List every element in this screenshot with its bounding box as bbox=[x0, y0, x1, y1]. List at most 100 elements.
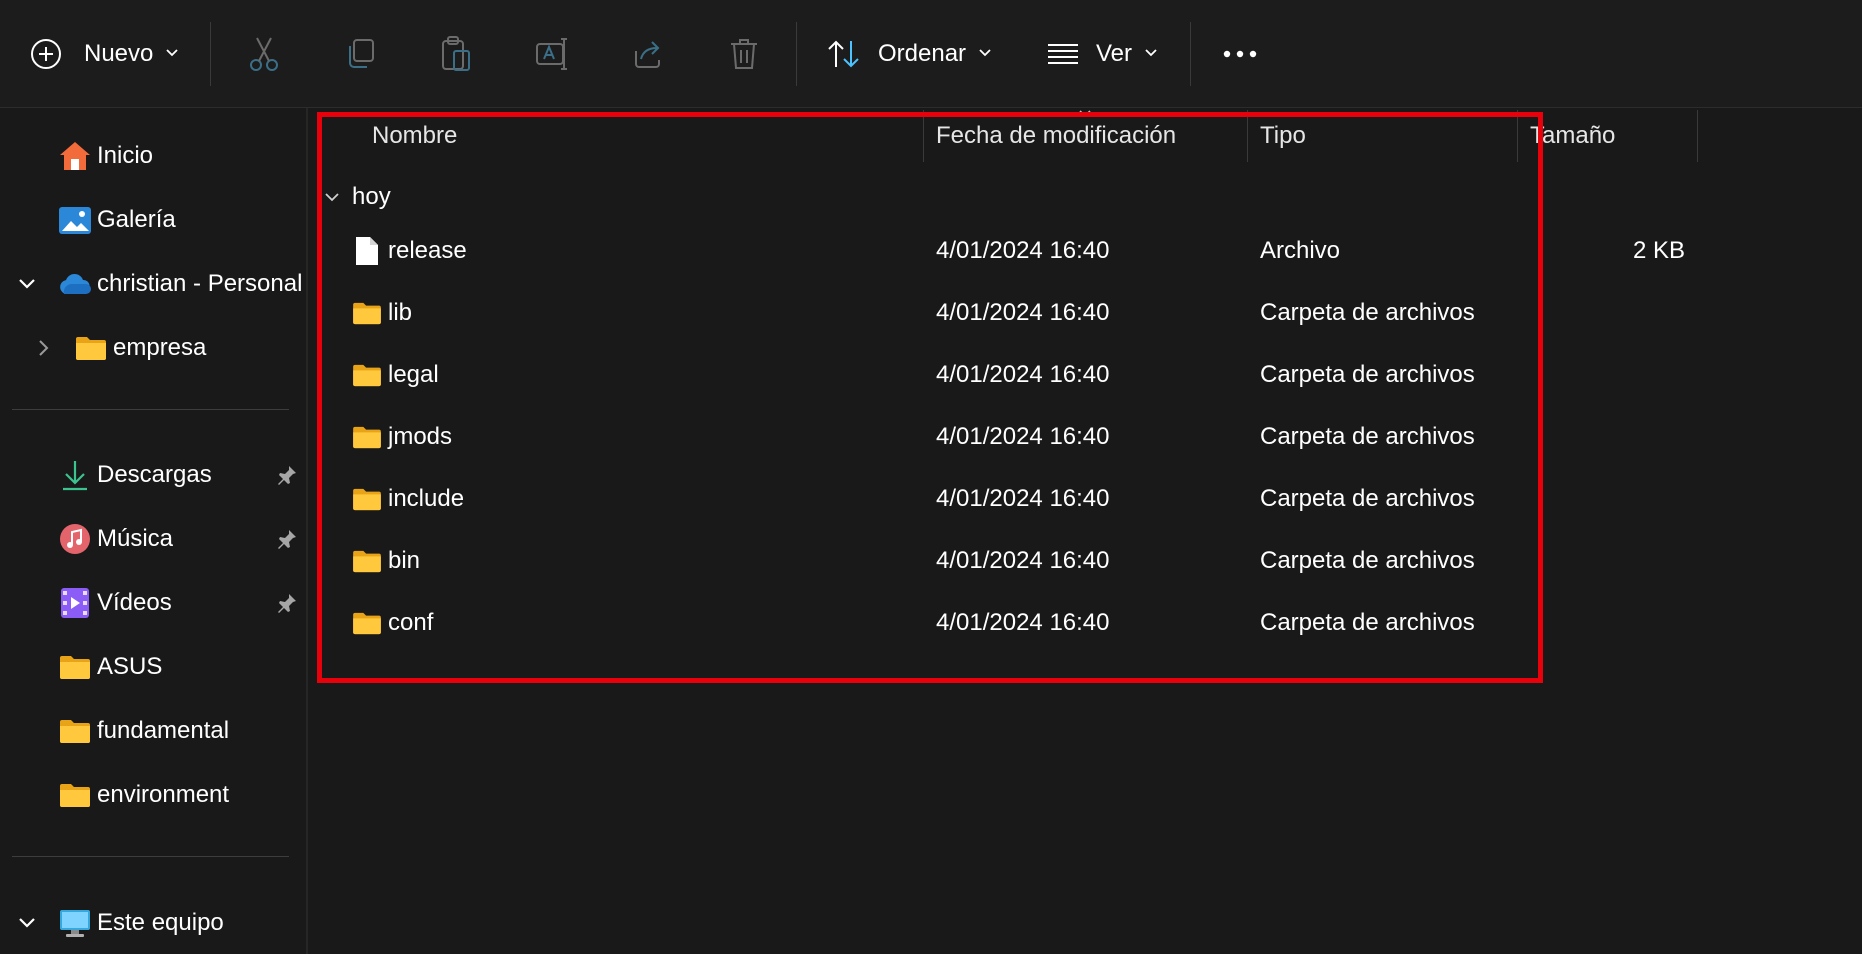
folder-icon bbox=[350, 296, 384, 330]
pin-icon[interactable] bbox=[274, 462, 300, 488]
chevron-down-icon bbox=[1144, 45, 1158, 63]
file-type: Carpeta de archivos bbox=[1260, 547, 1475, 574]
folder-icon bbox=[58, 714, 92, 748]
column-header-label: Tamaño bbox=[1530, 122, 1616, 149]
computer-icon bbox=[58, 906, 92, 940]
sidebar-item-downloads[interactable]: Descargas bbox=[0, 447, 306, 503]
sidebar-item-onedrive[interactable]: christian - Personal bbox=[0, 256, 306, 312]
column-resize-handle[interactable] bbox=[923, 110, 924, 162]
column-resize-handle[interactable] bbox=[1517, 110, 1518, 162]
copy-icon[interactable] bbox=[340, 34, 380, 74]
column-resize-handle[interactable] bbox=[1247, 110, 1248, 162]
sort-icon bbox=[826, 39, 862, 69]
chevron-right-icon[interactable] bbox=[33, 337, 55, 359]
toolbar-separator bbox=[796, 22, 797, 86]
column-header-size[interactable]: Tamaño bbox=[1530, 110, 1615, 162]
chevron-down-icon bbox=[324, 192, 340, 202]
sidebar-item-label: environment bbox=[97, 781, 230, 808]
file-modified: 4/01/2024 16:40 bbox=[936, 299, 1110, 326]
pin-icon[interactable] bbox=[274, 590, 300, 616]
sidebar-item-label: Música bbox=[97, 525, 174, 552]
sidebar-item-label: christian - Personal bbox=[97, 270, 303, 297]
home-icon bbox=[58, 139, 92, 173]
cut-icon[interactable] bbox=[244, 34, 284, 74]
column-header-label: Tipo bbox=[1260, 122, 1306, 149]
file-row-release[interactable]: release 4/01/2024 16:40 Archivo 2 KB bbox=[308, 220, 1708, 282]
file-modified: 4/01/2024 16:40 bbox=[936, 609, 1110, 636]
delete-icon[interactable] bbox=[724, 34, 764, 74]
file-icon bbox=[350, 234, 384, 268]
sidebar-item-empresa[interactable]: empresa bbox=[0, 320, 306, 376]
folder-icon bbox=[350, 358, 384, 392]
sidebar-item-fundamental[interactable]: fundamental bbox=[0, 703, 306, 759]
column-header-type[interactable]: Tipo bbox=[1260, 110, 1306, 162]
rename-icon[interactable] bbox=[532, 34, 572, 74]
folder-icon bbox=[350, 606, 384, 640]
sidebar-item-label: Este equipo bbox=[97, 909, 224, 936]
view-lines-icon bbox=[1046, 42, 1080, 66]
sidebar-item-videos[interactable]: Vídeos bbox=[0, 575, 306, 631]
file-row-conf[interactable]: conf 4/01/2024 16:40 Carpeta de archivos bbox=[308, 592, 1708, 654]
folder-icon bbox=[350, 544, 384, 578]
file-name: jmods bbox=[388, 423, 453, 450]
column-resize-handle[interactable] bbox=[1697, 110, 1698, 162]
file-type: Carpeta de archivos bbox=[1260, 485, 1475, 512]
sidebar-item-label: Descargas bbox=[97, 461, 212, 488]
sort-button[interactable]: Ordenar bbox=[826, 22, 992, 86]
file-name: conf bbox=[388, 609, 434, 636]
sidebar-item-label: Vídeos bbox=[97, 589, 172, 616]
column-header-name[interactable]: Nombre bbox=[372, 110, 457, 162]
view-label: Ver bbox=[1096, 40, 1133, 67]
file-row-lib[interactable]: lib 4/01/2024 16:40 Carpeta de archivos bbox=[308, 282, 1708, 344]
sidebar-item-music[interactable]: Música bbox=[0, 511, 306, 567]
file-type: Carpeta de archivos bbox=[1260, 299, 1475, 326]
file-name: bin bbox=[388, 547, 421, 574]
sidebar-item-label: Inicio bbox=[97, 142, 154, 169]
share-icon[interactable] bbox=[628, 34, 668, 74]
sidebar-item-label: Galería bbox=[97, 206, 176, 233]
folder-icon bbox=[58, 650, 92, 684]
file-type: Archivo bbox=[1260, 237, 1341, 264]
new-button[interactable]: Nuevo bbox=[30, 22, 179, 86]
plus-circle-icon bbox=[30, 36, 66, 72]
file-row-legal[interactable]: legal 4/01/2024 16:40 Carpeta de archivo… bbox=[308, 344, 1708, 406]
file-modified: 4/01/2024 16:40 bbox=[936, 423, 1110, 450]
file-modified: 4/01/2024 16:40 bbox=[936, 237, 1110, 264]
more-icon[interactable] bbox=[1220, 34, 1260, 74]
chevron-down-icon[interactable] bbox=[16, 273, 38, 295]
onedrive-cloud-icon bbox=[58, 267, 92, 301]
column-header-label: Fecha de modificación bbox=[936, 122, 1177, 149]
file-row-jmods[interactable]: jmods 4/01/2024 16:40 Carpeta de archivo… bbox=[308, 406, 1708, 468]
file-type: Carpeta de archivos bbox=[1260, 609, 1475, 636]
sidebar-item-label: ASUS bbox=[97, 653, 163, 680]
paste-icon[interactable] bbox=[436, 34, 476, 74]
sidebar-item-environment[interactable]: environment bbox=[0, 767, 306, 823]
sidebar-item-gallery[interactable]: Galería bbox=[0, 192, 306, 248]
column-header-label: Nombre bbox=[372, 122, 458, 149]
folder-icon bbox=[350, 420, 384, 454]
column-header-modified[interactable]: Fecha de modificación bbox=[936, 110, 1176, 162]
file-name: include bbox=[388, 485, 465, 512]
file-row-include[interactable]: include 4/01/2024 16:40 Carpeta de archi… bbox=[308, 468, 1708, 530]
file-modified: 4/01/2024 16:40 bbox=[936, 547, 1110, 574]
sidebar-item-home[interactable]: Inicio bbox=[0, 128, 306, 184]
folder-icon bbox=[350, 482, 384, 516]
new-label: Nuevo bbox=[84, 40, 154, 67]
pin-icon[interactable] bbox=[274, 526, 300, 552]
chevron-down-icon[interactable] bbox=[16, 912, 38, 934]
sidebar-item-asus[interactable]: ASUS bbox=[0, 639, 306, 695]
view-button[interactable]: Ver bbox=[1046, 22, 1158, 86]
sort-label: Ordenar bbox=[878, 40, 967, 67]
group-label: hoy bbox=[352, 183, 391, 210]
group-header-today[interactable]: hoy bbox=[324, 180, 391, 214]
toolbar-separator bbox=[210, 22, 211, 86]
file-name: legal bbox=[388, 361, 439, 388]
file-type: Carpeta de archivos bbox=[1260, 423, 1475, 450]
file-row-bin[interactable]: bin 4/01/2024 16:40 Carpeta de archivos bbox=[308, 530, 1708, 592]
file-name: lib bbox=[388, 299, 413, 326]
command-bar: Nuevo Ordenar Ver bbox=[0, 0, 1862, 108]
file-name: release bbox=[388, 237, 467, 264]
chevron-down-icon bbox=[978, 45, 992, 63]
music-icon bbox=[58, 522, 92, 556]
sidebar-item-this-pc[interactable]: Este equipo bbox=[0, 895, 306, 951]
